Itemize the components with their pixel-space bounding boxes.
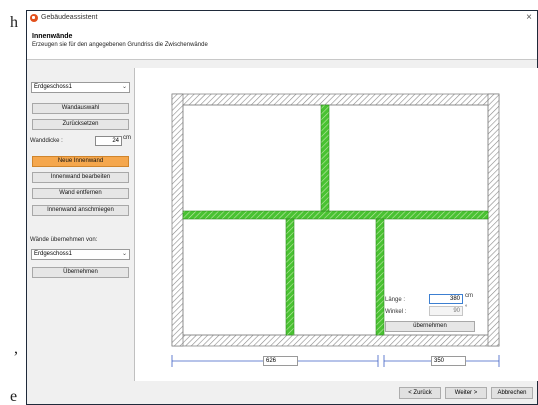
- page-subtitle: Erzeugen sie für den angegebenen Grundri…: [32, 42, 208, 48]
- floor-select[interactable]: Erdgeschoss1 ⌄: [31, 82, 130, 93]
- interior-wall-lower-left[interactable]: [285, 218, 295, 336]
- innenwand-bearbeiten-button[interactable]: Innenwand bearbeiten: [32, 172, 129, 183]
- outer-wall-bottom[interactable]: [171, 334, 500, 347]
- neue-innenwand-button[interactable]: Neue Innenwand: [32, 156, 129, 167]
- uebernehmen-button[interactable]: Übernehmen: [32, 267, 129, 278]
- uebernehmen-from-label: Wände übernehmen von:: [30, 237, 98, 243]
- wand-entfernen-button[interactable]: Wand entfernen: [32, 188, 129, 199]
- laenge-label: Länge :: [385, 297, 406, 303]
- winkel-input[interactable]: 90: [429, 306, 463, 316]
- source-floor-select-value: Erdgeschoss1: [34, 251, 73, 257]
- dimension-left-value[interactable]: 626: [263, 356, 298, 366]
- floor-select-value: Erdgeschoss1: [34, 84, 73, 90]
- title-bar[interactable]: Gebäudeassistent ×: [27, 11, 537, 25]
- floorplan-canvas[interactable]: 626 350 Länge : 380 cm Winkel : 90 ° übe…: [134, 68, 538, 381]
- close-icon[interactable]: ×: [526, 12, 532, 23]
- background-text-fragment: e: [10, 388, 18, 405]
- wizard-header: Innenwände Erzeugen sie für den angegebe…: [27, 25, 537, 60]
- app-icon: [30, 14, 38, 22]
- wanddicke-label: Wanddicke :: [30, 138, 63, 144]
- assistant-window: Gebäudeassistent × Innenwände Erzeugen s…: [26, 10, 538, 405]
- page-title: Innenwände: [32, 33, 73, 40]
- interior-wall-horizontal[interactable]: [182, 210, 489, 220]
- source-floor-select[interactable]: Erdgeschoss1 ⌄: [31, 249, 130, 260]
- outer-wall-top[interactable]: [171, 93, 500, 106]
- back-button[interactable]: < Zurück: [399, 387, 441, 399]
- laenge-unit: cm: [465, 293, 473, 299]
- dimension-right-value[interactable]: 350: [431, 356, 466, 366]
- window-title: Gebäudeassistent: [41, 14, 98, 21]
- floorplan-drawing[interactable]: [135, 68, 538, 381]
- wizard-footer: < Zurück Weiter > Abbrechen: [27, 383, 537, 404]
- left-panel: Erdgeschoss1 ⌄ Wandauswahl Zurücksetzen …: [27, 61, 134, 383]
- winkel-label: Winkel :: [385, 309, 407, 315]
- chevron-down-icon: ⌄: [121, 84, 127, 90]
- outer-wall-right[interactable]: [487, 93, 500, 347]
- outer-wall-left[interactable]: [171, 93, 184, 347]
- zuruecksetzen-button[interactable]: Zurücksetzen: [32, 119, 129, 130]
- wanddicke-unit: cm: [123, 135, 131, 141]
- chevron-down-icon: ⌄: [121, 251, 127, 257]
- apply-wall-button[interactable]: übernehmen: [385, 321, 475, 332]
- next-button[interactable]: Weiter >: [445, 387, 487, 399]
- background-text-fragment: h: [10, 14, 18, 31]
- wandauswahl-button[interactable]: Wandauswahl: [32, 103, 129, 114]
- winkel-unit: °: [465, 305, 468, 311]
- background-text-fragment: ,: [14, 340, 18, 357]
- laenge-input[interactable]: 380: [429, 294, 463, 304]
- interior-wall-lower-right[interactable]: [375, 218, 385, 336]
- innenwand-anschmiegen-button[interactable]: Innenwand anschmiegen: [32, 205, 129, 216]
- cancel-button[interactable]: Abbrechen: [491, 387, 533, 399]
- wanddicke-input[interactable]: 24: [95, 136, 122, 146]
- interior-wall-upper[interactable]: [320, 104, 330, 212]
